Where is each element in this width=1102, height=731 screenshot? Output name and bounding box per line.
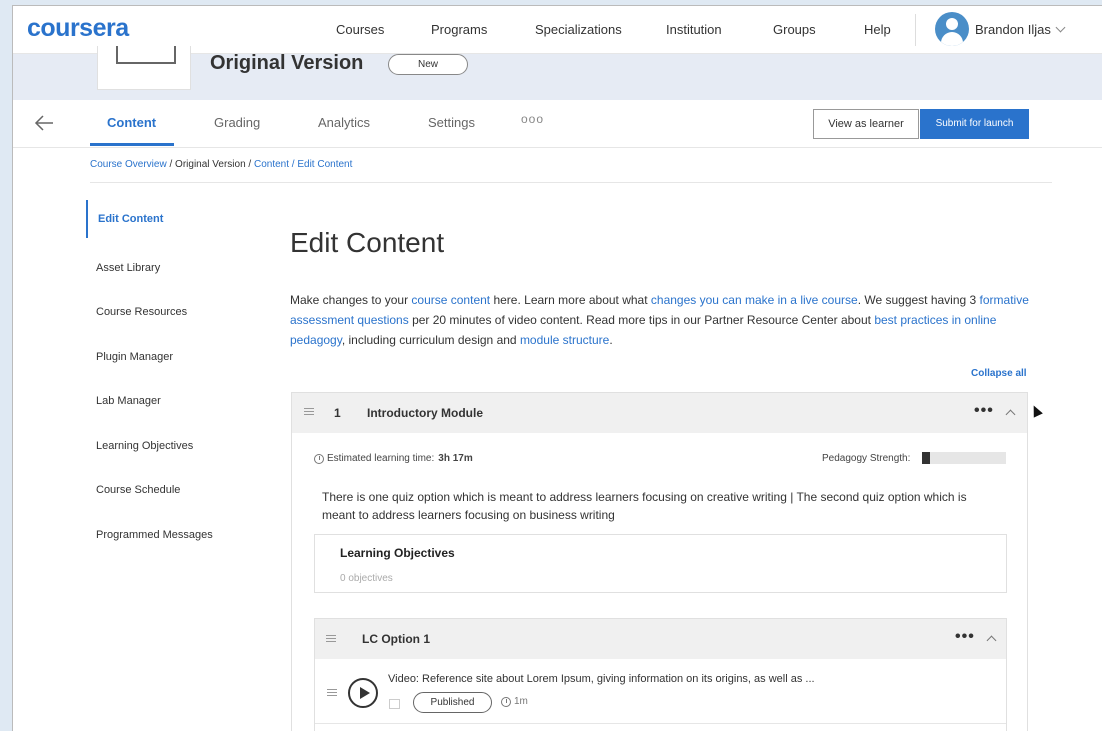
est-value: 3h 17m: [438, 453, 473, 464]
sidebar-item-plugin-manager[interactable]: Plugin Manager: [86, 351, 173, 363]
sidebar-item-programmed-messages[interactable]: Programmed Messages: [86, 529, 213, 541]
module-number: 1: [334, 406, 341, 420]
drag-handle-icon[interactable]: [304, 408, 314, 416]
video-title[interactable]: Video: Reference site about Lorem Ipsum,…: [388, 673, 815, 685]
clock-icon: [314, 453, 324, 464]
lesson-card: LC Option 1 ••• Video: Reference site ab…: [314, 618, 1007, 731]
drag-handle-icon[interactable]: [327, 689, 337, 697]
sidebar-item-lab-manager[interactable]: Lab Manager: [86, 395, 161, 407]
estimated-learning-time: Estimated learning time: 3h 17m: [314, 453, 473, 464]
pedagogy-strength-fill: [922, 452, 931, 464]
more-options-icon[interactable]: •••: [955, 628, 975, 646]
lesson-title: LC Option 1: [362, 632, 430, 646]
divider: [90, 182, 1052, 183]
divider: [315, 723, 1006, 724]
chevron-down-icon: [1055, 22, 1066, 32]
breadcrumb: Course Overview / Original Version / Con…: [90, 159, 352, 170]
link-course-content[interactable]: course content: [411, 293, 490, 307]
view-as-learner-button[interactable]: View as learner: [813, 109, 919, 139]
module-title: Introductory Module: [367, 406, 483, 420]
sidebar-item-edit-content[interactable]: Edit Content: [86, 200, 163, 238]
nav-help[interactable]: Help: [864, 22, 891, 37]
tab-settings[interactable]: Settings: [428, 115, 475, 130]
module-card: 1 Introductory Module ••• Estimated lear…: [291, 392, 1028, 731]
lesson-header[interactable]: LC Option 1 •••: [315, 619, 1006, 659]
intro-text-segment: here. Learn more about what: [490, 293, 651, 307]
video-duration: 1m: [501, 696, 528, 707]
link-module-structure[interactable]: module structure: [520, 333, 609, 347]
app-window: coursera Courses Programs Specialization…: [12, 5, 1102, 731]
module-header[interactable]: 1 Introductory Module •••: [292, 393, 1027, 433]
nav-groups[interactable]: Groups: [773, 22, 816, 37]
sidebar-item-learning-objectives[interactable]: Learning Objectives: [86, 440, 193, 452]
sidebar-item-course-resources[interactable]: Course Resources: [86, 306, 187, 318]
collapse-all-link[interactable]: Collapse all: [971, 368, 1027, 379]
breadcrumb-separator: /: [166, 159, 176, 170]
breadcrumb-separator: /: [245, 159, 254, 170]
user-name: Brandon Iljas: [975, 21, 1051, 37]
intro-text-segment: .: [609, 333, 613, 347]
sidebar-item-asset-library[interactable]: Asset Library: [86, 262, 160, 274]
intro-text-segment: . We suggest having 3: [857, 293, 980, 307]
tab-grading[interactable]: Grading: [214, 115, 260, 130]
page-title: Edit Content: [290, 227, 445, 258]
nav-programs[interactable]: Programs: [431, 22, 487, 37]
avatar: [935, 12, 969, 46]
sidebar-item-course-schedule[interactable]: Course Schedule: [86, 484, 180, 496]
coursera-logo[interactable]: coursera: [27, 14, 129, 43]
intro-text-segment: per 20 minutes of video content. Read mo…: [408, 313, 875, 327]
status-badge[interactable]: Published: [413, 692, 492, 713]
more-options-icon[interactable]: •••: [974, 402, 994, 420]
learning-objectives-title: Learning Objectives: [340, 546, 455, 560]
intro-text: Make changes to your course content here…: [290, 290, 1035, 350]
lock-icon: [389, 699, 400, 709]
breadcrumb-content[interactable]: Content / Edit Content: [254, 159, 352, 170]
course-title: Original Version: [210, 52, 364, 74]
learning-objectives-count: 0 objectives: [340, 573, 393, 584]
nav-specializations[interactable]: Specializations: [535, 22, 622, 37]
mouse-cursor: [1029, 403, 1043, 418]
intro-text-segment: , including curriculum design and: [341, 333, 520, 347]
est-label: Estimated learning time:: [327, 453, 435, 464]
image-placeholder-icon: [116, 46, 176, 64]
chevron-up-icon[interactable]: [986, 635, 997, 646]
breadcrumb-current: Original Version: [175, 159, 246, 170]
active-tab-indicator: [90, 143, 174, 146]
user-menu[interactable]: Brandon Iljas: [935, 12, 1066, 46]
nav-courses[interactable]: Courses: [336, 22, 384, 37]
breadcrumb-course-overview[interactable]: Course Overview: [90, 159, 167, 170]
clock-icon: [501, 696, 511, 707]
nav-institution[interactable]: Institution: [666, 22, 722, 37]
pedagogy-strength-label: Pedagogy Strength:: [822, 453, 911, 464]
chevron-up-icon[interactable]: [1005, 409, 1016, 420]
more-tabs-icon[interactable]: ooo: [521, 112, 544, 126]
nav-divider: [915, 14, 916, 46]
intro-text-segment: Make changes to your: [290, 293, 412, 307]
tab-content[interactable]: Content: [107, 115, 156, 130]
play-icon[interactable]: [348, 678, 378, 708]
course-thumbnail: [97, 46, 191, 90]
status-badge: New: [388, 54, 468, 75]
duration-text: 1m: [514, 696, 528, 707]
module-description: There is one quiz option which is meant …: [322, 490, 967, 522]
link-live-course-changes[interactable]: changes you can make in a live course: [651, 293, 858, 307]
drag-handle-icon[interactable]: [326, 635, 336, 643]
tabs-bar: Content Grading Analytics Settings ooo V…: [13, 100, 1102, 148]
submit-for-launch-button[interactable]: Submit for launch: [920, 109, 1029, 139]
learning-objectives-box: Learning Objectives 0 objectives: [314, 534, 1007, 593]
tab-analytics[interactable]: Analytics: [318, 115, 370, 130]
back-arrow-icon[interactable]: [33, 112, 55, 134]
pedagogy-strength-bar: [922, 452, 1006, 464]
